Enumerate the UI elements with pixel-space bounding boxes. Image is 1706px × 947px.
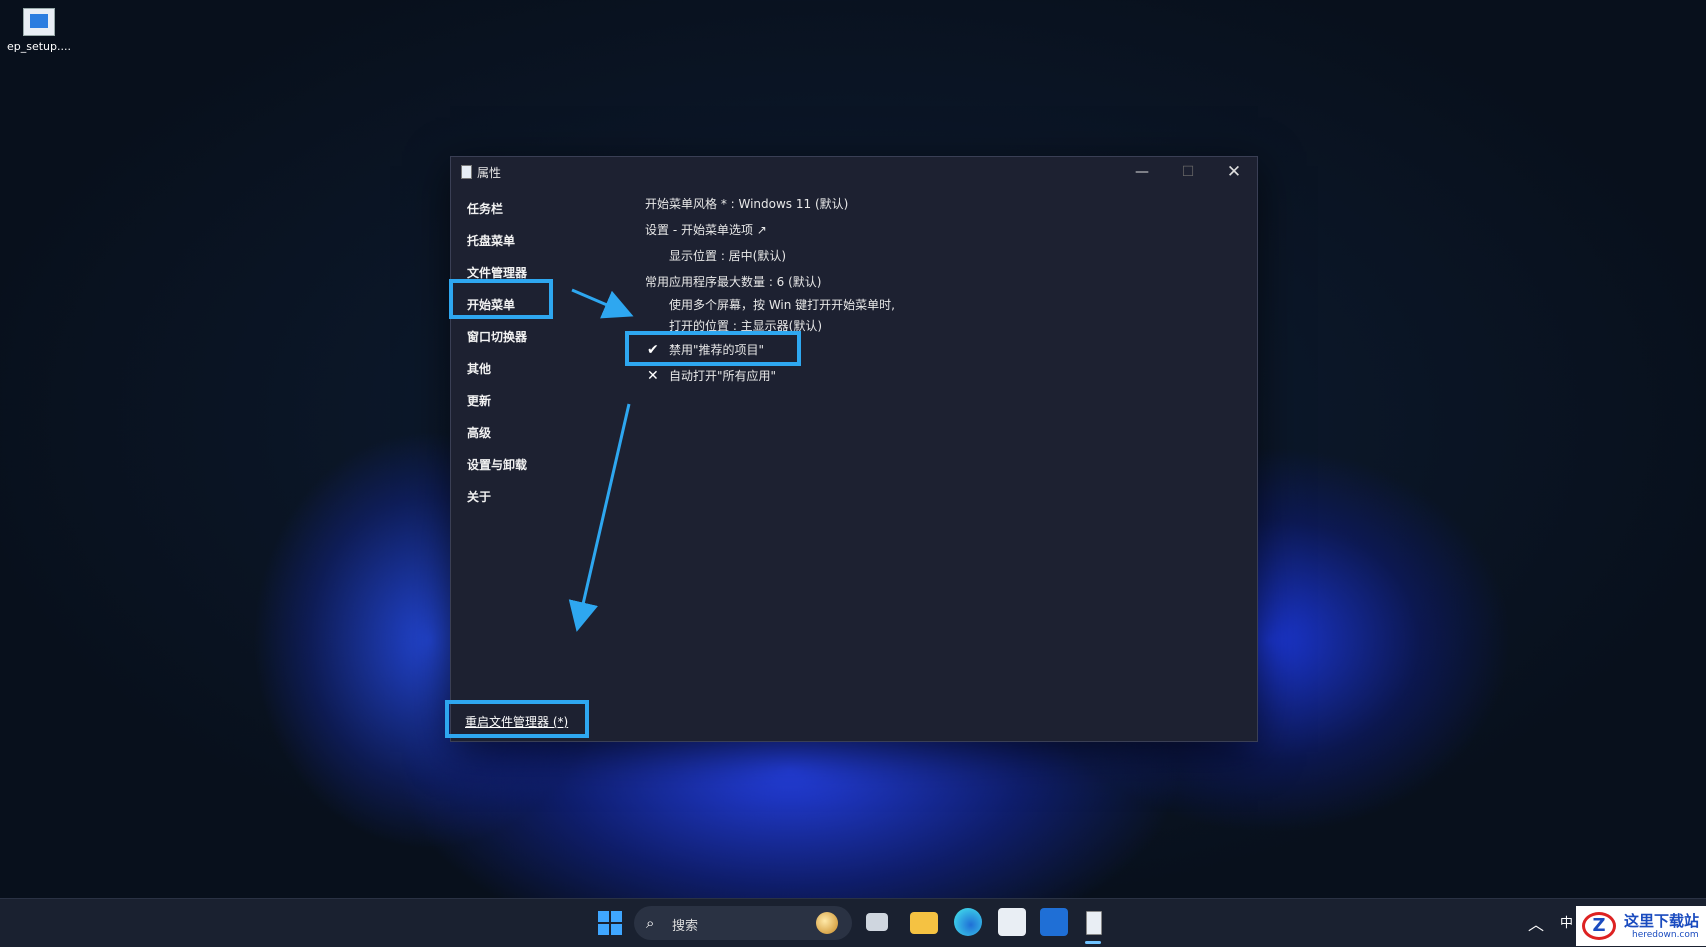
watermark: Z 这里下载站 heredown.com xyxy=(1576,906,1706,946)
edge-browser-icon[interactable] xyxy=(954,908,982,936)
search-placeholder: 搜索 xyxy=(672,919,699,934)
taskbar-search[interactable]: ⌕ 搜索 xyxy=(634,906,852,940)
active-app-indicator xyxy=(1085,941,1101,944)
input-method-indicator[interactable]: 中 xyxy=(1560,912,1573,931)
taskbar: ⌕ 搜索 ︿ 中 xyxy=(0,898,1706,947)
microsoft-store-icon[interactable] xyxy=(998,908,1026,936)
annotation-arrows xyxy=(568,288,634,632)
arrow-to-restart xyxy=(568,403,631,632)
watermark-site-name: 这里下载站 xyxy=(1624,912,1700,930)
watermark-logo: Z xyxy=(1582,912,1616,940)
file-explorer-icon[interactable] xyxy=(910,912,938,934)
search-highlight-icon xyxy=(816,912,838,934)
watermark-url: heredown.com xyxy=(1632,930,1699,940)
start-button[interactable] xyxy=(598,911,622,935)
show-hidden-icons-chevron-icon[interactable]: ︿ xyxy=(1528,911,1544,935)
properties-app-icon[interactable] xyxy=(1086,911,1102,935)
task-view-icon[interactable] xyxy=(866,913,888,931)
outlook-icon[interactable] xyxy=(1040,908,1068,936)
search-icon: ⌕ xyxy=(646,914,655,932)
arrow-to-option xyxy=(571,288,634,319)
